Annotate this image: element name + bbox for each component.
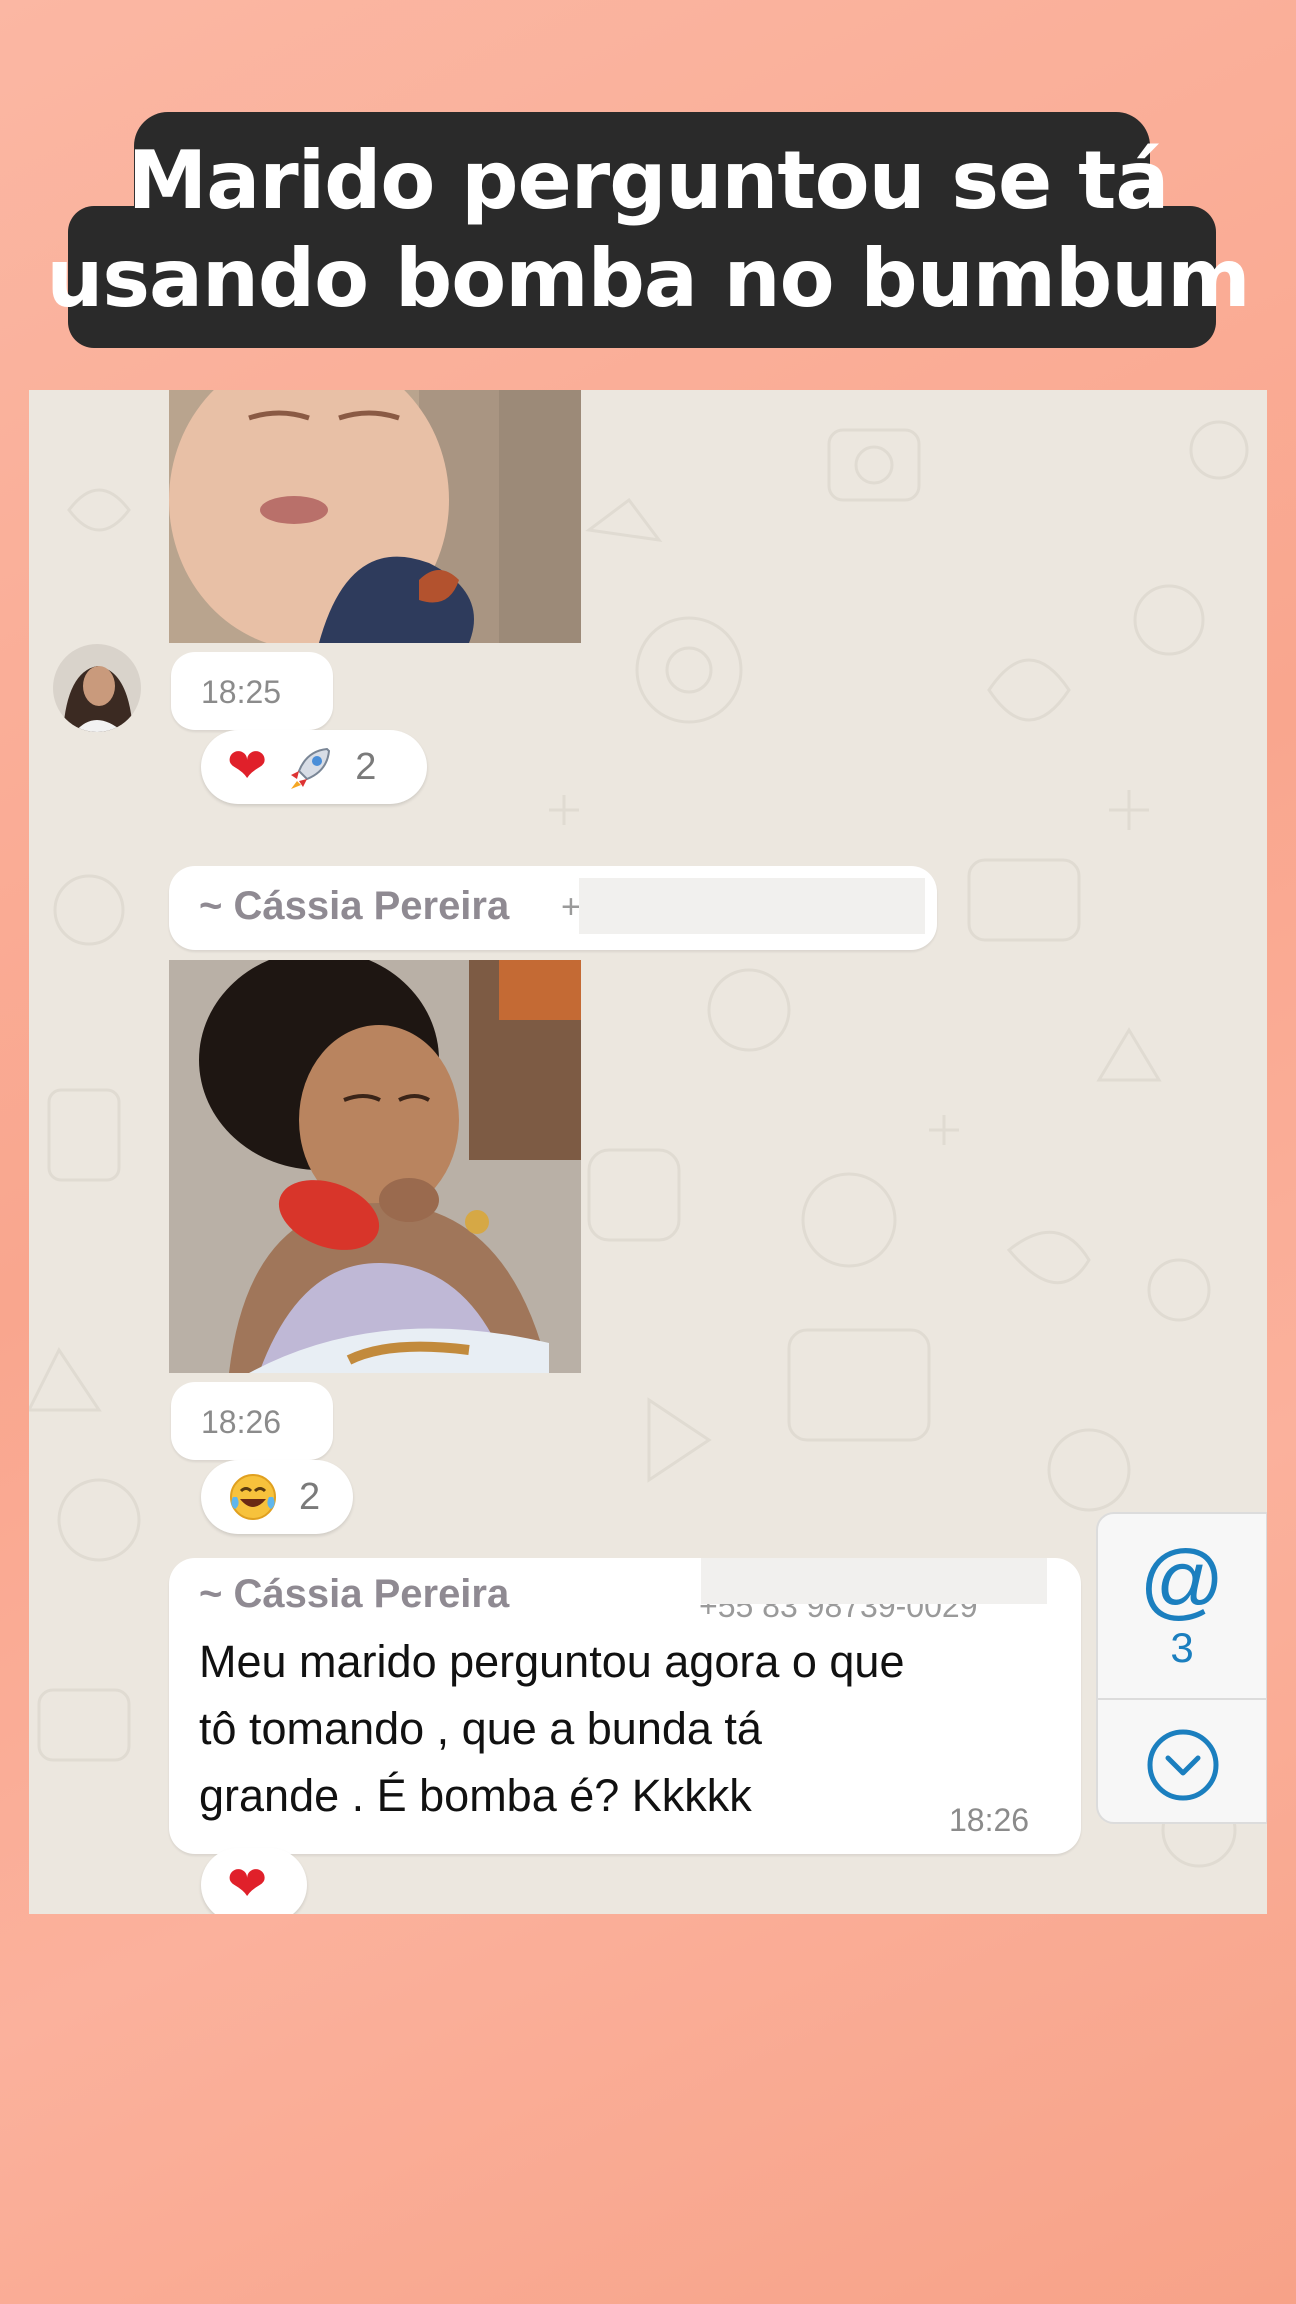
side-panel-divider [1098,1698,1266,1700]
caption-line-2: usando bomba no bumbum [46,232,1250,325]
laughing-tears-icon [230,1474,276,1520]
phone-redaction [701,1558,1047,1604]
message-3-line-1: Meu marido perguntou agora o que [199,1636,905,1687]
message-1-reaction-count: 2 [355,745,377,788]
heart-icon: ❤ [227,1858,268,1911]
rocket-icon [291,747,331,789]
message-2-time-bubble: 18:26 [171,1382,333,1460]
message-3-line-3: grande . É bomba é? Kkkkk [199,1770,752,1821]
message-3-line-2: tô tomando , que a bunda tá [199,1703,762,1754]
message-2-reaction-count: 2 [299,1475,321,1518]
phone-redaction [579,878,925,934]
heart-icon: ❤ [227,740,268,793]
caption-banner: Marido perguntou se tá usando bomba no b… [0,0,1296,380]
message-1-image[interactable] [169,390,581,643]
chevron-down-circle-icon[interactable] [1146,1728,1220,1802]
message-3-text: Meu marido perguntou agora o que tô toma… [199,1628,904,1829]
mentions-button[interactable]: @ 3 [1098,1514,1266,1698]
message-3-sender: ~ Cássia Pereira [199,1572,510,1616]
message-1-time: 18:25 [201,674,282,710]
at-mention-icon: @ [1139,1533,1225,1627]
sender-avatar[interactable] [53,644,141,732]
mention-count: 3 [1170,1624,1194,1671]
message-2-image[interactable] [169,960,581,1373]
message-3-bubble[interactable]: ~ Cássia Pereira +55 83 98739-0029 Meu m… [169,1558,1081,1854]
message-1-reactions[interactable]: ❤ 2 [201,730,427,804]
message-2-sender-phone: + [561,888,581,926]
message-2-time: 18:26 [201,1404,282,1440]
message-2-header-bubble: ~ Cássia Pereira + [169,866,937,950]
message-2-sender: ~ Cássia Pereira [199,884,510,928]
floating-side-panel: @ 3 [1096,1512,1267,1824]
message-3-time: 18:26 [949,1802,1030,1838]
message-3-reactions[interactable]: ❤ [201,1848,307,1914]
message-1-time-bubble: 18:25 [171,652,333,730]
caption-line-1: Marido perguntou se tá [127,134,1170,227]
chat-screen[interactable]: 18:25 ❤ 2 ~ Cássia Pereira + 18:26 2 ~ C… [29,390,1267,1914]
message-2-reactions[interactable]: 2 [201,1460,353,1534]
